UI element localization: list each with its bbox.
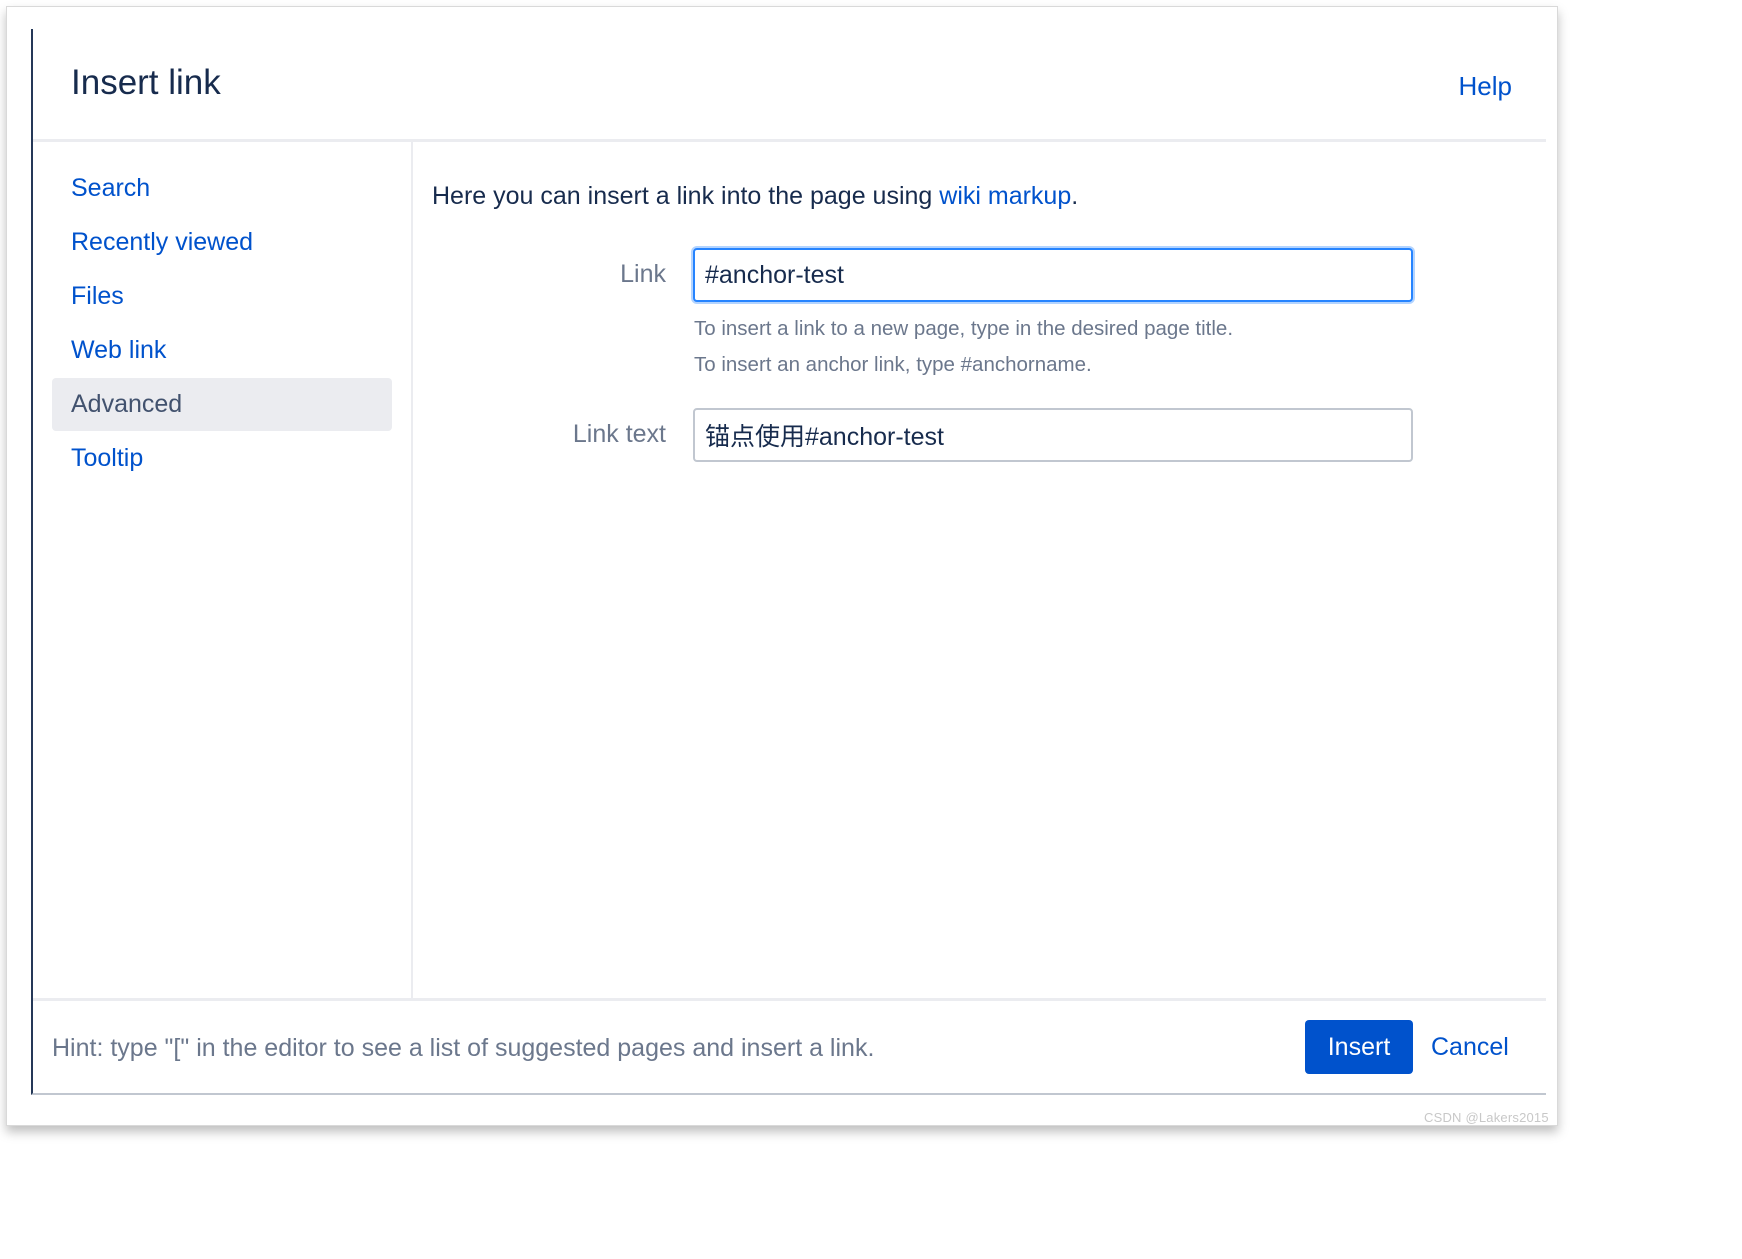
link-help-new-page: To insert a link to a new page, type in … [694, 317, 1234, 340]
hint-text: Hint: type "[" in the editor to see a li… [52, 1034, 875, 1062]
sidebar-item-files[interactable]: Files [52, 270, 392, 323]
sidebar-item-advanced[interactable]: Advanced [52, 378, 392, 431]
wiki-markup-link[interactable]: wiki markup [939, 182, 1071, 210]
sidebar-nav: Search Recently viewed Files Web link Ad… [33, 142, 413, 1000]
help-link[interactable]: Help [1459, 71, 1512, 102]
dialog-footer: Hint: type "[" in the editor to see a li… [33, 998, 1546, 1096]
watermark: CSDN @Lakers2015 [1424, 1110, 1549, 1125]
sidebar-item-tooltip[interactable]: Tooltip [52, 432, 392, 485]
screenshot-frame: Insert link Help Search Recently viewed … [6, 6, 1558, 1126]
intro-text-suffix: . [1071, 182, 1079, 210]
advanced-panel: Here you can insert a link into the page… [413, 142, 1546, 1000]
cancel-button[interactable]: Cancel [1431, 1033, 1509, 1062]
intro-text: Here you can insert a link into the page… [432, 182, 1078, 211]
insert-link-dialog: Insert link Help Search Recently viewed … [31, 29, 1546, 1095]
intro-text-main: Here you can insert a link into the page… [432, 182, 940, 210]
link-help-anchor: To insert an anchor link, type #anchorna… [694, 353, 1092, 376]
dialog-header: Insert link Help [33, 29, 1546, 142]
link-input[interactable] [693, 248, 1413, 302]
link-text-label: Link text [572, 420, 666, 448]
link-text-input[interactable] [693, 408, 1413, 462]
insert-button[interactable]: Insert [1305, 1020, 1413, 1074]
dialog-title: Insert link [71, 63, 221, 102]
sidebar-item-search[interactable]: Search [52, 162, 392, 215]
link-label: Link [620, 260, 666, 288]
sidebar-item-recently-viewed[interactable]: Recently viewed [52, 216, 392, 269]
sidebar-item-web-link[interactable]: Web link [52, 324, 392, 377]
